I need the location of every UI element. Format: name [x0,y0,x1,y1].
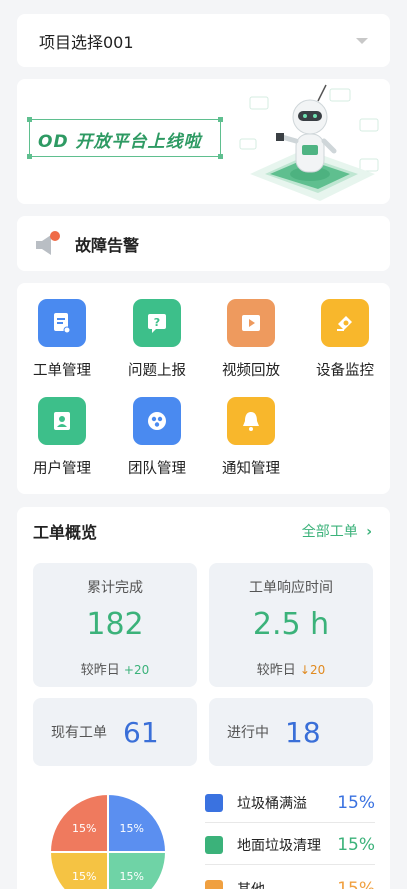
robot-illustration [239,84,379,201]
stat-value: 61 [123,715,159,749]
bell-icon [227,397,275,445]
grid-item-label: 团队管理 [128,461,186,477]
grid-item-label: 工单管理 [33,363,91,379]
project-selector[interactable]: 项目选择001 [17,14,390,67]
compare-delta: +20 [123,663,150,677]
stat-current-orders[interactable]: 现有工单 61 [33,698,197,766]
question-icon: ? [133,299,181,347]
stat-value: 182 [86,607,144,642]
arrow-down-icon: ↓ [299,663,310,677]
stat-completed[interactable]: 累计完成 182 较昨日 +20 [33,563,197,687]
stat-label: 现有工单 [51,725,107,741]
grid-item-device-monitor[interactable]: 设备监控 [305,299,385,380]
stat-compare: 较昨日 +20 [80,663,150,678]
banner-frame: OD 开放平台上线啦 [27,117,223,159]
legend-item: 其他 15% [205,869,375,889]
legend-label: 其他 [237,879,337,889]
grid-item-issue-report[interactable]: ? 问题上报 [117,299,197,380]
stat-in-progress[interactable]: 进行中 18 [209,698,373,766]
stat-compare: 较昨日 ↓20 [256,663,326,678]
pie-slice-label: 15% [72,822,96,835]
legend-item: 垃圾桶满溢 15% [205,783,375,823]
speaker-alert-icon [33,229,63,259]
work-order-overview: 工单概览 全部工单 › 累计完成 182 较昨日 +20 工单响应时间 2.5 … [17,507,390,889]
grid-item-video-playback[interactable]: 视频回放 [211,299,291,380]
legend-swatch [205,835,223,854]
legend-value: 15% [337,834,375,855]
fault-alarm-label: 故障告警 [75,235,140,255]
grid-item-work-orders[interactable]: 工单管理 [22,299,102,380]
stat-value: 2.5 h [252,607,330,642]
grid-item-notification-management[interactable]: 通知管理 [211,397,291,478]
chevron-right-icon: › [366,524,372,540]
legend-label: 垃圾桶满溢 [237,795,307,812]
stat-value: 18 [285,715,321,749]
all-work-orders-link[interactable]: 全部工单 › [302,521,372,541]
grid-item-label: 设备监控 [316,363,374,379]
grid-item-label: 视频回放 [222,363,280,379]
pie-slice-label: 15% [72,870,96,883]
pie-slice-label: 15% [120,822,144,835]
legend-swatch [205,880,223,889]
stat-label: 进行中 [227,725,269,741]
project-name: 项目选择001 [39,32,134,52]
overview-title: 工单概览 [33,523,98,542]
legend-swatch [205,793,223,812]
pie-chart: 15% 15% 15% 15% [48,792,168,889]
legend-value: 15% [337,879,375,889]
legend-value: 15% [337,792,375,813]
grid-item-team-management[interactable]: 团队管理 [117,397,197,478]
legend-item: 地面垃圾清理 15% [205,825,375,865]
grid-item-label: 用户管理 [33,461,91,477]
function-grid: 工单管理 ? 问题上报 视频回放 设备监控 用户管理 团队管理 通知管理 [17,283,390,494]
promo-banner[interactable]: OD 开放平台上线啦 [17,79,390,204]
compare-delta: 20 [309,663,326,677]
grid-item-label: 问题上报 [128,363,186,379]
stat-label: 工单响应时间 [249,580,333,596]
stat-response-time[interactable]: 工单响应时间 2.5 h 较昨日 ↓20 [209,563,373,687]
stat-label: 累计完成 [87,580,143,596]
grid-item-user-management[interactable]: 用户管理 [22,397,102,478]
legend-label: 地面垃圾清理 [237,837,321,854]
banner-text: OD 开放平台上线啦 [38,132,202,152]
pie-slice-label: 15% [120,870,144,883]
grid-item-label: 通知管理 [222,461,280,477]
user-icon [38,397,86,445]
document-icon [38,299,86,347]
chevron-down-icon[interactable] [356,37,368,44]
monitor-icon [321,299,369,347]
team-icon [133,397,181,445]
play-icon [227,299,275,347]
fault-alarm-bar[interactable]: 故障告警 [17,216,390,271]
svg-text:?: ? [154,316,160,329]
